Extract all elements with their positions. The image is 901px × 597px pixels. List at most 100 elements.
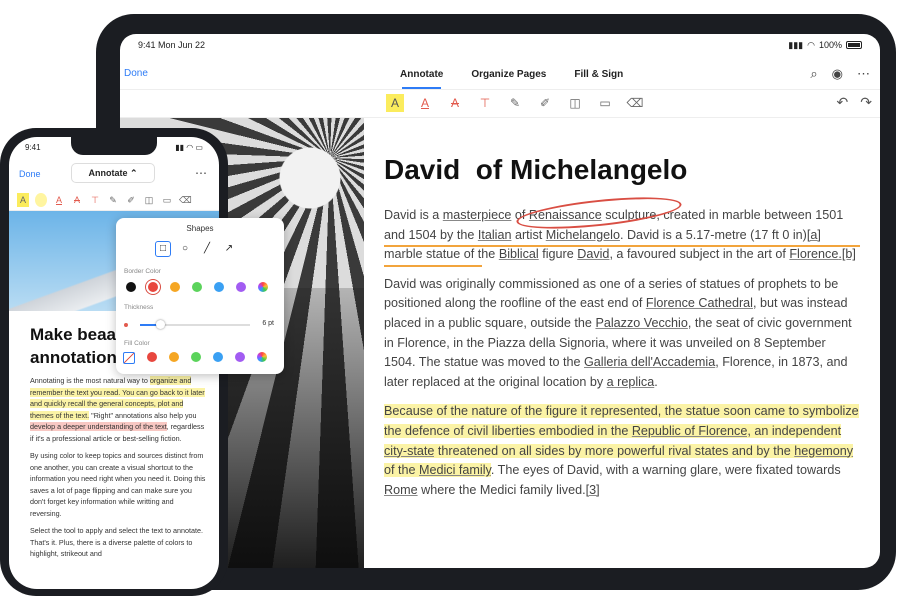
arrow-icon[interactable]: ↗ <box>222 242 236 256</box>
text-run: figure <box>538 247 578 262</box>
marker-icon[interactable]: ✐ <box>125 193 137 207</box>
pen-icon[interactable]: ✎ <box>506 94 524 112</box>
color-swatch[interactable] <box>170 282 180 292</box>
color-swatch[interactable] <box>147 352 157 362</box>
shapes-popover: Shapes □ ○ ╱ ↗ Border Color Thickness 6 … <box>116 218 284 374</box>
circle-icon[interactable]: ○ <box>178 242 192 256</box>
text-run: David is a <box>384 208 443 222</box>
shapes-icon[interactable]: ◫ <box>566 94 584 112</box>
eraser-icon[interactable]: ⌫ <box>626 94 644 112</box>
underline-icon[interactable]: A <box>53 193 65 207</box>
text-box-icon[interactable]: ⊤ <box>476 94 494 112</box>
highlighted-text[interactable]: develop a deeper understanding of the te… <box>30 422 167 431</box>
ipad-status-bar: 9:41 Mon Jun 22 ▮▮▮ ◠ 100% <box>120 34 880 56</box>
no-fill-icon[interactable] <box>123 352 135 364</box>
slider-track[interactable] <box>140 320 250 329</box>
color-swatch[interactable] <box>192 282 202 292</box>
color-swatch[interactable] <box>236 282 246 292</box>
underline-annotation[interactable] <box>384 265 482 267</box>
underline-icon[interactable]: A <box>416 94 434 112</box>
text-run: . <box>654 374 658 389</box>
tab-annotate[interactable]: Annotate <box>400 69 443 89</box>
status-indicators: ▮▮▮ ◠ 100% <box>788 40 862 51</box>
link-hegemony[interactable]: hegemony <box>794 443 854 458</box>
highlight-icon[interactable]: A <box>17 192 29 207</box>
color-picker-icon[interactable] <box>258 282 268 292</box>
link-florence-cathedral[interactable]: Florence Cathedral <box>646 296 753 310</box>
strikethrough-icon[interactable]: A <box>71 193 83 207</box>
link-palazzo-vecchio[interactable]: Palazzo Vecchio <box>595 316 687 330</box>
shape-options: □ ○ ╱ ↗ <box>155 241 236 257</box>
rectangle-icon[interactable]: □ <box>155 241 171 257</box>
document-page: David of Michelangelo David is a masterp… <box>364 118 880 568</box>
fill-color-swatches <box>123 352 267 364</box>
signal-icon: ▮▮▮ <box>788 39 804 50</box>
view-icon[interactable]: ◉ <box>832 66 843 82</box>
link-medici-family[interactable]: Medici family <box>419 463 491 478</box>
border-color-label: Border Color <box>124 268 161 275</box>
status-time: 9:41 Mon Jun 22 <box>138 40 206 50</box>
link-masterpiece[interactable]: masterpiece <box>443 208 512 222</box>
ipad-nav-bar: Done Annotate Organize Pages Fill & Sign… <box>120 58 880 90</box>
color-swatch[interactable] <box>169 352 179 362</box>
footnote-a[interactable]: [a] <box>807 228 821 242</box>
link-david[interactable]: David <box>577 247 609 261</box>
highlight-icon[interactable]: A <box>386 94 404 112</box>
highlighted-text[interactable]: , an independent <box>747 423 842 438</box>
link-michelangelo[interactable]: Michelangelo <box>546 228 620 242</box>
color-picker-icon[interactable] <box>257 352 267 362</box>
shapes-icon[interactable]: ◫ <box>143 193 155 207</box>
highlighted-text[interactable]: threatened on all sides by more powerful… <box>434 443 795 458</box>
link-italian[interactable]: Italian <box>478 228 512 242</box>
text-run: marble statue of the <box>384 247 499 262</box>
status-indicators: ▮▮ ◠ ▭ <box>175 142 203 152</box>
color-swatch[interactable] <box>213 352 223 362</box>
line-icon[interactable]: ╱ <box>200 242 214 256</box>
link-galleria[interactable]: Galleria dell'Accademia <box>584 355 715 369</box>
highlighted-text[interactable]: of the <box>384 463 420 478</box>
paragraph-1: David is a masterpiece of Renaissance sc… <box>384 191 860 267</box>
link-replica[interactable]: a replica <box>607 375 655 389</box>
annotation-toolbar: A A A ⊤ ✎ ✐ ◫ ▭ ⌫ ↶ ↷ <box>120 90 880 118</box>
comment-icon[interactable]: ▭ <box>596 94 614 112</box>
more-icon[interactable]: ⋯ <box>195 166 207 180</box>
slider-thumb[interactable] <box>155 320 165 329</box>
comment-icon[interactable]: ▭ <box>161 193 173 207</box>
undo-icon[interactable]: ↶ <box>837 94 849 111</box>
footnote-3[interactable]: [3] <box>586 483 600 497</box>
done-button[interactable]: Done <box>19 169 41 179</box>
text-run: Annotating is the most natural way to <box>30 376 150 385</box>
marker-icon[interactable]: ✐ <box>536 94 554 112</box>
text-box-icon[interactable]: ⊤ <box>89 193 101 207</box>
color-swatch[interactable] <box>148 282 158 292</box>
done-button[interactable]: Done <box>124 68 148 79</box>
tab-organize-pages[interactable]: Organize Pages <box>471 69 546 80</box>
strikethrough-icon[interactable]: A <box>446 94 464 112</box>
footnote-b[interactable]: .[b] <box>838 247 856 261</box>
eraser-icon[interactable]: ⌫ <box>179 193 192 207</box>
color-swatch[interactable] <box>235 352 245 362</box>
underline-annotation[interactable] <box>384 245 860 247</box>
link-biblical[interactable]: Biblical <box>499 247 539 261</box>
search-icon[interactable]: ⌕ <box>810 66 817 82</box>
more-icon[interactable]: ⋯ <box>857 66 870 82</box>
color-swatch[interactable] <box>126 282 136 292</box>
thickness-slider[interactable]: 6 pt <box>124 320 274 329</box>
thin-dot-icon <box>124 323 128 327</box>
link-rome[interactable]: Rome <box>384 483 418 497</box>
tab-fill-sign[interactable]: Fill & Sign <box>574 69 623 80</box>
link-republic-of-florence[interactable]: Republic of Florence <box>631 423 748 438</box>
redo-icon[interactable]: ↷ <box>860 94 872 111</box>
mode-tabs: Annotate Organize Pages Fill & Sign <box>400 58 623 90</box>
pen-icon[interactable]: ✎ <box>107 193 119 207</box>
iphone-nav-bar: Done Annotate ⌃ ⋯ <box>9 159 219 187</box>
status-time: 9:41 <box>25 142 41 152</box>
text-run: . The eyes of David, with a warning glar… <box>490 463 841 478</box>
link-city-state[interactable]: city-state <box>384 443 435 458</box>
color-swatch[interactable] <box>214 282 224 292</box>
link-florence[interactable]: Florence <box>789 247 838 261</box>
color-swatch-icon[interactable] <box>35 192 47 207</box>
battery-percent: 100% <box>818 40 842 50</box>
color-swatch[interactable] <box>191 352 201 362</box>
mode-selector[interactable]: Annotate ⌃ <box>71 163 155 183</box>
